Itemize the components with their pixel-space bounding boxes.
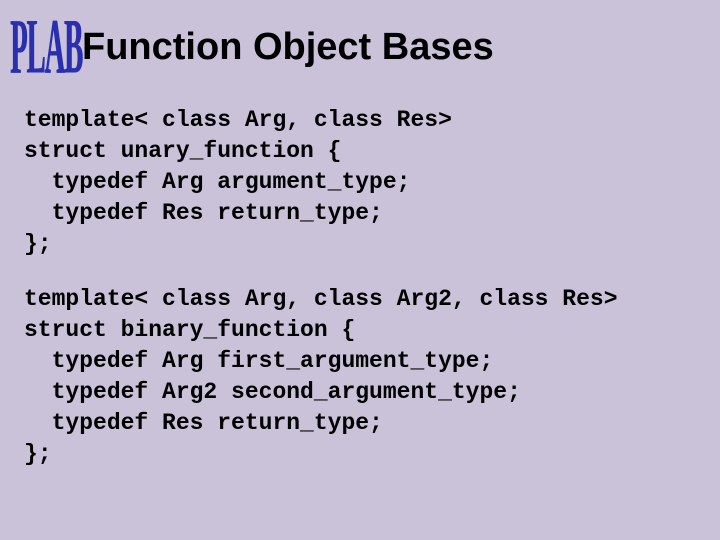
code-line: typedef Res return_type; — [24, 200, 383, 226]
slide-header: PLAB Function Object Bases — [0, 0, 720, 77]
code-line: typedef Res return_type; — [24, 410, 383, 436]
code-line: struct binary_function { — [24, 317, 355, 343]
code-block-binary: template< class Arg, class Arg2, class R… — [24, 284, 720, 470]
code-line: struct unary_function { — [24, 138, 341, 164]
code-line: }; — [24, 231, 52, 257]
code-line: typedef Arg first_argument_type; — [24, 348, 493, 374]
slide-title: Function Object Bases — [82, 26, 494, 69]
code-line: template< class Arg, class Arg2, class R… — [24, 286, 618, 312]
code-line: }; — [24, 441, 52, 467]
code-line: template< class Arg, class Res> — [24, 107, 452, 133]
code-line: typedef Arg2 second_argument_type; — [24, 379, 521, 405]
code-line: typedef Arg argument_type; — [24, 169, 410, 195]
code-block-unary: template< class Arg, class Res> struct u… — [0, 77, 720, 471]
plab-logo: PLAB — [10, 3, 43, 92]
